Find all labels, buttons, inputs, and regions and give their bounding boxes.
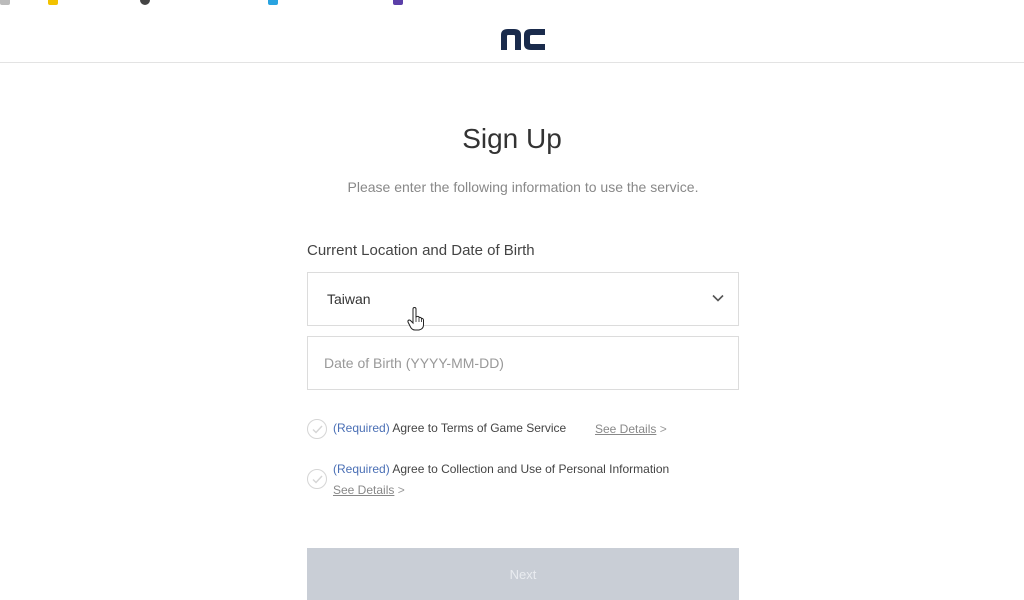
agreement-text: Agree to Terms of Game Service (392, 421, 567, 435)
agreement-text-wrap: (Required) Agree to Collection and Use o… (333, 462, 669, 476)
agreement-text: Agree to Collection and Use of Personal … (392, 462, 670, 476)
page-title: Sign Up (462, 123, 562, 154)
agree-terms-checkbox[interactable] (307, 419, 327, 439)
required-tag: (Required) (333, 462, 390, 476)
chevron-right-icon: > (397, 483, 405, 497)
agreement-text-wrap: (Required) Agree to Terms of Game Servic… (333, 421, 566, 435)
check-icon (312, 425, 323, 434)
see-details-link[interactable]: See Details (333, 483, 394, 497)
page-subtitle: Please enter the following information t… (347, 179, 699, 195)
agree-privacy-checkbox[interactable] (307, 469, 327, 489)
check-icon (312, 475, 323, 484)
country-select-value: Taiwan (327, 291, 371, 307)
nc-logo[interactable] (500, 27, 546, 51)
location-dob-label: Current Location and Date of Birth (307, 242, 535, 259)
next-button[interactable]: Next (307, 548, 739, 600)
see-details-wrap: See Details > (333, 483, 405, 497)
site-header (0, 0, 1024, 63)
country-select[interactable]: Taiwan (307, 272, 739, 326)
see-details-wrap: See Details > (595, 422, 667, 436)
required-tag: (Required) (333, 421, 390, 435)
dob-input[interactable] (307, 336, 739, 390)
chevron-right-icon: > (659, 422, 667, 436)
see-details-link[interactable]: See Details (595, 422, 656, 436)
chevron-down-icon (712, 294, 724, 302)
